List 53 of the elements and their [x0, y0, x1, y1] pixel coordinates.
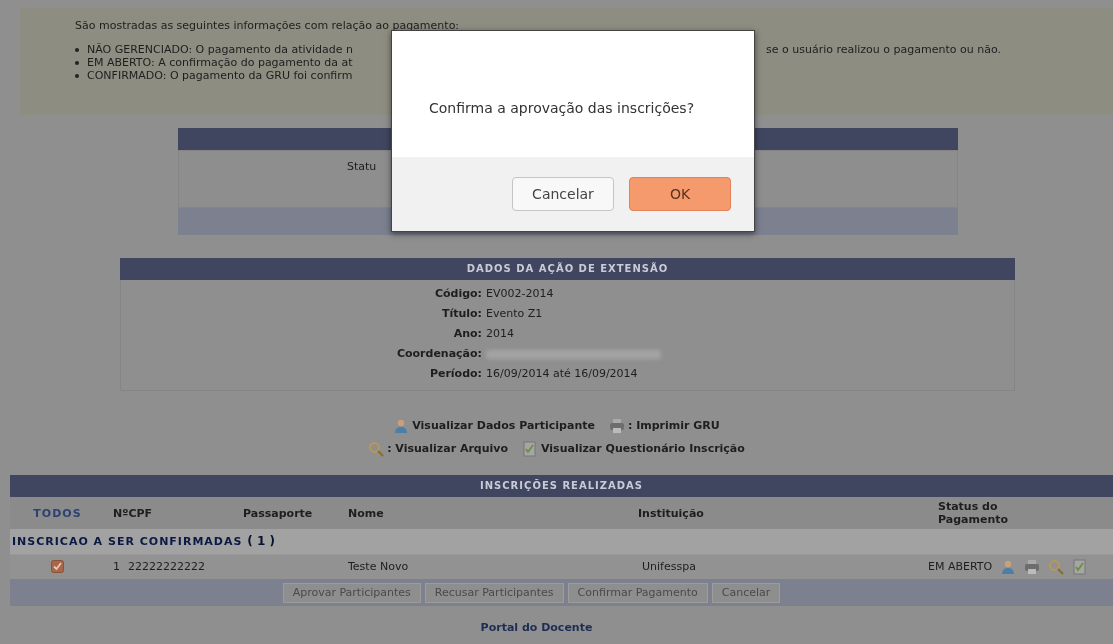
search-icon [368, 441, 385, 457]
search-icon[interactable] [1048, 558, 1065, 575]
notice-item: NÃO GERENCIADO: O pagamento da atividade n [86, 42, 355, 56]
panel-header: DADOS DA AÇÃO DE EXTENSÃO [120, 258, 1015, 280]
notice-text: São mostradas as seguintes informações com relação ao pagamento: [75, 18, 461, 34]
column-header: Nome [348, 506, 384, 520]
field-value: EV002-2014 [486, 286, 554, 302]
checkbox[interactable] [51, 560, 64, 573]
bullet-icon [75, 60, 79, 65]
table-header: INSCRIÇÕES REALIZADAS [10, 475, 1113, 497]
table-cell: Teste Novo [348, 559, 409, 573]
field-label: Título: [440, 306, 483, 322]
field-value: Evento Z1 [486, 306, 543, 322]
field-value: 2014 [486, 326, 514, 342]
field-label: Período: [428, 366, 483, 382]
bullet-icon [75, 47, 79, 52]
table-cell: EM ABERTO [928, 558, 993, 575]
column-header: Passaporte [243, 506, 313, 520]
column-header: Instituição [638, 506, 704, 520]
person-icon [393, 418, 410, 434]
action-button[interactable]: Cancelar [711, 582, 781, 603]
cancel-button[interactable]: Cancelar [512, 177, 614, 211]
footer-link[interactable]: Portal do Docente [480, 621, 593, 634]
legend-text: : Imprimir GRU [627, 418, 720, 434]
printer-icon[interactable] [1024, 558, 1041, 575]
field-label: Coordenação: [395, 346, 483, 362]
field-label: Código: [433, 286, 483, 302]
table-cell: 22222222222 [128, 559, 205, 573]
group-title: INSCRICAO A SER CONFIRMADAS [12, 535, 244, 548]
field-value: 16/09/2014 até 16/09/2014 [486, 366, 638, 382]
group-count: ( 1 ) [247, 534, 275, 548]
notice-item: se o usuário realizou o pagamento ou não. [766, 42, 1001, 56]
legend-text: : Visualizar Arquivo [387, 441, 509, 457]
person-icon[interactable] [1000, 558, 1017, 575]
checklist-icon [522, 441, 539, 457]
field-label: Ano: [452, 326, 483, 342]
column-header: Status do Pagamento [938, 500, 1010, 526]
ok-button[interactable]: OK [629, 177, 731, 211]
bullet-icon [75, 73, 79, 78]
notice-item: CONFIRMADO: O pagamento da GRU foi confirm [86, 68, 354, 82]
action-button[interactable]: Aprovar Participantes [282, 582, 421, 603]
table-cell: Unifesspa [642, 559, 696, 573]
row-number: 1 [113, 559, 120, 573]
notice-item: EM ABERTO: A confirmação do pagamento da at [86, 55, 354, 69]
legend-text: Visualizar Dados Participante [412, 418, 595, 434]
printer-icon [608, 418, 625, 434]
legend-text: Visualizar Questionário Inscrição [541, 441, 745, 457]
column-header: NºCPF [113, 506, 153, 520]
checklist-icon[interactable] [1072, 558, 1089, 575]
action-button[interactable]: Confirmar Pagamento [567, 582, 708, 603]
dialog-message: Confirma a aprovação das inscrições? [429, 98, 695, 118]
status-label: Statu [347, 160, 377, 173]
action-button[interactable]: Recusar Participantes [424, 582, 564, 603]
